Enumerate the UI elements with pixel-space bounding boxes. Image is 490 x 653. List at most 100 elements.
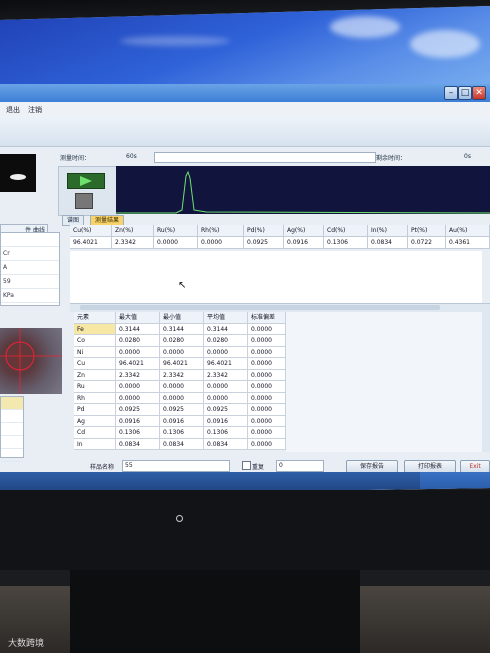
stats-header-cell: 最大值: [116, 312, 160, 324]
stats-cell[interactable]: 0.3144: [116, 323, 160, 335]
sample-name-input[interactable]: 55: [122, 460, 230, 472]
statistics-area: [286, 312, 482, 452]
stats-cell[interactable]: 0.0916: [116, 415, 160, 427]
list-item[interactable]: KPa: [1, 289, 59, 303]
stats-header-cell: 最小值: [160, 312, 204, 324]
stats-cell[interactable]: 0.0834: [116, 438, 160, 450]
stats-cell[interactable]: 0.0000: [160, 392, 204, 404]
crosshair-icon: [0, 328, 62, 394]
list-item[interactable]: Cr: [1, 247, 59, 261]
stats-cell[interactable]: 0.0000: [116, 392, 160, 404]
results-header-cell: Au(%): [446, 225, 490, 237]
watermark: 大数跨境: [8, 639, 45, 649]
stats-cell[interactable]: Ru: [74, 381, 116, 393]
stats-cell[interactable]: 96.4021: [160, 358, 204, 370]
repeat-checkbox[interactable]: [242, 461, 251, 470]
results-header-cell: Zn(%): [112, 225, 154, 237]
list-item[interactable]: 59: [1, 275, 59, 289]
list-item[interactable]: [1, 233, 59, 247]
results-header-cell: Cd(%): [324, 225, 368, 237]
stats-cell[interactable]: 0.0000: [116, 346, 160, 358]
stats-cell[interactable]: 0.0000: [116, 381, 160, 393]
stats-cell[interactable]: 0.0834: [204, 438, 248, 450]
stats-cell[interactable]: 0.0000: [248, 346, 286, 358]
stats-cell[interactable]: 0.1306: [160, 427, 204, 439]
stats-cell[interactable]: 0.0000: [248, 415, 286, 427]
stats-cell[interactable]: 0.0916: [160, 415, 204, 427]
results-header-cell: Pd(%): [244, 225, 284, 237]
monitor-chin: [0, 490, 490, 570]
stats-cell[interactable]: 0.0000: [160, 346, 204, 358]
sample-preview: [0, 154, 36, 192]
stats-cell[interactable]: 0.0925: [204, 404, 248, 416]
list-item[interactable]: A: [1, 261, 59, 275]
stats-cell[interactable]: 2.3342: [160, 369, 204, 381]
stats-cell[interactable]: 0.1306: [116, 427, 160, 439]
power-icon[interactable]: [176, 515, 183, 522]
left-list: Cr A 59 KPa: [0, 232, 60, 306]
stats-cell[interactable]: 0.0000: [248, 381, 286, 393]
remaining-time-label: 剩余时间：: [376, 155, 407, 162]
measure-time-label: 测量时间：: [60, 155, 91, 162]
vertical-scrollbar[interactable]: [482, 312, 490, 452]
stats-cell[interactable]: 0.0000: [160, 381, 204, 393]
stats-cell[interactable]: 0.0000: [204, 381, 248, 393]
results-header-cell: Ru(%): [154, 225, 198, 237]
table-row: Cu 96.4021 96.4021 96.4021 0.0000: [74, 358, 286, 370]
stats-cell[interactable]: 0.0925: [116, 404, 160, 416]
results-value-cell: 0.0834: [368, 237, 408, 249]
stats-cell[interactable]: Rh: [74, 392, 116, 404]
menu-item-exit[interactable]: 退出: [6, 105, 20, 115]
maximize-button[interactable]: □: [458, 86, 472, 100]
stats-cell[interactable]: 96.4021: [204, 358, 248, 370]
stats-cell[interactable]: Co: [74, 335, 116, 347]
statistics-table: 元素 最大值 最小值 平均值 标准偏差 Fe 0.3144 0.3144 0.3144 0.000…: [74, 312, 286, 450]
stats-cell[interactable]: Fe: [74, 323, 116, 335]
stats-cell[interactable]: 0.0834: [160, 438, 204, 450]
results-value-cell: 0.4361: [446, 237, 490, 249]
table-row: Ru 0.0000 0.0000 0.0000 0.0000: [74, 381, 286, 393]
stats-cell[interactable]: 0.0000: [204, 346, 248, 358]
stats-cell[interactable]: Zn: [74, 369, 116, 381]
start-button[interactable]: [67, 173, 105, 189]
stats-cell[interactable]: 0.0000: [248, 404, 286, 416]
stats-cell[interactable]: 0.3144: [160, 323, 204, 335]
table-row: Ag 0.0916 0.0916 0.0916 0.0000: [74, 415, 286, 427]
stats-cell[interactable]: Ni: [74, 346, 116, 358]
camera-view: [0, 328, 62, 394]
stats-cell[interactable]: 0.0925: [160, 404, 204, 416]
repeat-input[interactable]: 0: [276, 460, 324, 472]
toolbar: [0, 116, 490, 147]
stats-cell[interactable]: Cu: [74, 358, 116, 370]
stats-cell[interactable]: 0.0000: [248, 392, 286, 404]
results-value-cell: 0.0722: [408, 237, 446, 249]
stats-cell[interactable]: 2.3342: [116, 369, 160, 381]
stats-cell[interactable]: 0.0000: [248, 335, 286, 347]
minimize-button[interactable]: –: [444, 86, 458, 100]
stats-cell[interactable]: Pd: [74, 404, 116, 416]
stats-cell[interactable]: 0.0280: [116, 335, 160, 347]
stats-cell[interactable]: 0.0916: [204, 415, 248, 427]
stats-cell[interactable]: 0.0280: [160, 335, 204, 347]
stats-cell[interactable]: 0.0000: [204, 392, 248, 404]
stats-cell[interactable]: 0.0000: [248, 427, 286, 439]
stop-button[interactable]: [75, 193, 93, 209]
stats-cell[interactable]: 0.0000: [248, 438, 286, 450]
stats-cell[interactable]: 0.0280: [204, 335, 248, 347]
measure-controls: [58, 166, 118, 216]
horizontal-scrollbar[interactable]: [70, 303, 490, 312]
close-button[interactable]: ✕: [472, 86, 486, 100]
stats-cell[interactable]: 96.4021: [116, 358, 160, 370]
table-row: Ni 0.0000 0.0000 0.0000 0.0000: [74, 346, 286, 358]
stats-cell[interactable]: 0.0000: [248, 323, 286, 335]
stats-cell[interactable]: 0.3144: [204, 323, 248, 335]
stats-cell[interactable]: Ag: [74, 415, 116, 427]
menu-item-logout[interactable]: 注销: [28, 105, 42, 115]
stats-cell[interactable]: In: [74, 438, 116, 450]
stats-cell[interactable]: 0.0000: [248, 358, 286, 370]
stats-cell[interactable]: 0.0000: [248, 369, 286, 381]
stats-cell[interactable]: Cd: [74, 427, 116, 439]
stats-cell[interactable]: 0.1306: [204, 427, 248, 439]
results-header-cell: Pt(%): [408, 225, 446, 237]
stats-cell[interactable]: 2.3342: [204, 369, 248, 381]
